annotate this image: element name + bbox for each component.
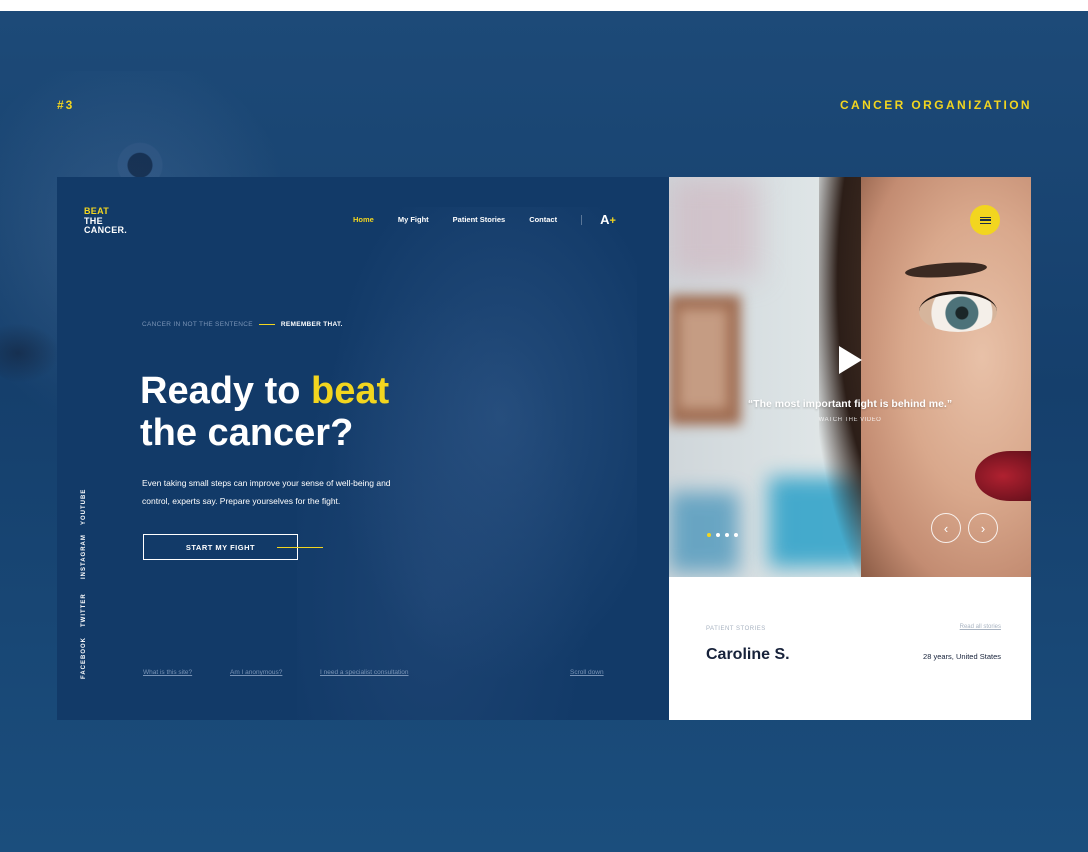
read-all-stories-link[interactable]: Read all stories [960, 624, 1001, 630]
scroll-down-link[interactable]: Scroll down [570, 669, 604, 676]
chevron-left-icon: ‹ [943, 520, 949, 536]
headline-part-1: Ready to [140, 370, 301, 412]
hamburger-menu-icon [979, 216, 991, 224]
nav-divider [581, 214, 583, 225]
video-quote: “The most important fight is behind me.” [747, 398, 953, 410]
portrait-eye [919, 291, 997, 332]
font-size-toggle[interactable]: A+ [600, 212, 616, 227]
font-size-letter: A [600, 212, 610, 227]
hero-panel: BEAT THE CANCER. Home My Fight Patient S… [57, 177, 669, 720]
nav-item-home[interactable]: Home [353, 215, 374, 224]
social-facebook-link[interactable]: FACEBOOK [81, 637, 87, 679]
site-logo[interactable]: BEAT THE CANCER. [84, 206, 128, 236]
slide-dot[interactable] [725, 533, 729, 537]
footer-link-anonymous[interactable]: Am I anonymous? [230, 669, 282, 676]
logo-line-3: CANCER. [84, 225, 128, 235]
prev-slide-button[interactable]: ‹ [931, 513, 961, 543]
font-size-plus-icon: + [609, 215, 616, 227]
headline-highlight: beat [311, 370, 390, 412]
video-media[interactable]: “The most important fight is behind me.”… [669, 177, 1031, 577]
patient-story-card: “The most important fight is behind me.”… [669, 177, 1031, 720]
hero-tagline: CANCER IN NOT THE SENTENCE REMEMBER THAT… [142, 321, 343, 328]
next-slide-button[interactable]: › [968, 513, 998, 543]
play-icon[interactable] [839, 346, 862, 374]
tagline-muted-text: CANCER IN NOT THE SENTENCE [142, 321, 253, 328]
media-blur-blue-left [669, 492, 739, 572]
footer-link-what-is-this[interactable]: What is this site? [143, 669, 192, 676]
patient-stories-label: PATIENT STORIES [706, 626, 766, 632]
section-number: #3 [57, 98, 75, 112]
section-title: CANCER ORGANIZATION [839, 98, 1032, 112]
nav-item-my-fight[interactable]: My Fight [398, 215, 429, 224]
hero-headline: Ready to beat the cancer? [140, 370, 389, 454]
watch-video-link[interactable]: WATCH THE VIDEO [669, 417, 1031, 423]
slide-dot[interactable] [734, 533, 738, 537]
slide-dot[interactable] [707, 533, 711, 537]
social-twitter-link[interactable]: TWITTER [81, 593, 87, 627]
nav-item-contact[interactable]: Contact [529, 215, 557, 224]
main-nav: Home My Fight Patient Stories Contact A+ [353, 212, 616, 227]
nav-item-patient-stories[interactable]: Patient Stories [453, 215, 506, 224]
media-blur-pink [669, 177, 759, 277]
media-blur-frame-inner [679, 309, 727, 409]
patient-name: Caroline S. [706, 646, 790, 663]
social-links: YOUTUBE INSTAGRAM TWITTER FACEBOOK [81, 487, 93, 687]
slide-indicators [707, 533, 743, 537]
start-my-fight-button[interactable]: START MY FIGHT [143, 534, 298, 560]
menu-button[interactable] [970, 205, 1000, 235]
cta-accent-line [277, 547, 323, 548]
patient-meta: 28 years, United States [923, 652, 1001, 661]
hero-lead-text: Even taking small steps can improve your… [142, 478, 391, 506]
tagline-bold-text: REMEMBER THAT. [280, 321, 343, 328]
social-instagram-link[interactable]: INSTAGRAM [81, 534, 87, 579]
headline-part-2: the cancer? [140, 412, 354, 454]
social-youtube-link[interactable]: YOUTUBE [81, 489, 87, 525]
chevron-right-icon: › [980, 520, 986, 536]
tagline-divider [258, 324, 275, 325]
hero-background-face [297, 207, 637, 720]
slide-dot[interactable] [716, 533, 720, 537]
footer-link-consultation[interactable]: I need a specialist consultation [320, 669, 409, 676]
